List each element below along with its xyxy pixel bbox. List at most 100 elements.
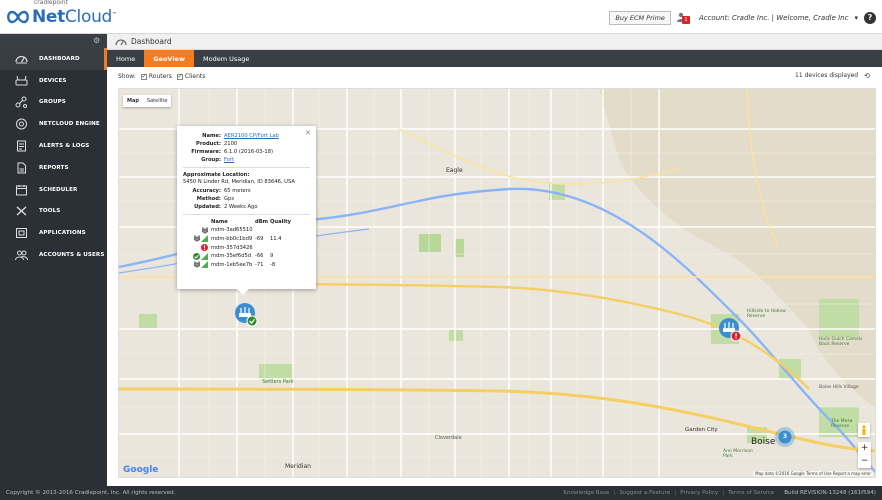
cluster-marker[interactable]: 3 xyxy=(775,427,795,447)
client-quality: 11.4 xyxy=(270,235,282,242)
netcloud-logo[interactable]: cradlepoint NetCloud™ xyxy=(6,0,117,30)
applications-icon xyxy=(14,227,28,239)
map-label-hulls-gulch: Hulls Gulch Camels Back Reserve xyxy=(819,337,863,347)
client-quality: -8 xyxy=(270,261,276,268)
map-type-satellite-button[interactable]: Satellite xyxy=(143,95,171,107)
client-name: mdm-bb0c1bd9 xyxy=(211,235,253,242)
groups-icon xyxy=(14,96,28,109)
sidebar-item-tools[interactable]: TOOLS xyxy=(0,201,107,223)
page-title: Dashboard xyxy=(131,37,172,46)
table-row: mdm-35ef6d5d -66 9 xyxy=(183,252,310,261)
google-logo: Google xyxy=(123,465,159,475)
plug-icon xyxy=(194,261,200,269)
dashboard-icon xyxy=(115,39,127,46)
sidebar-item-netcloud-engine[interactable]: NETCLOUD ENGINE xyxy=(0,113,107,135)
sidebar-item-accounts-users[interactable]: ACCOUNTS & USERS xyxy=(0,244,107,266)
breadcrumb: Dashboard xyxy=(107,34,882,50)
footer-link-privacy-policy[interactable]: Privacy Policy xyxy=(680,490,718,496)
router-marker-error[interactable] xyxy=(719,318,743,344)
tab-home[interactable]: Home xyxy=(107,50,144,67)
plug-icon xyxy=(202,226,208,234)
reports-icon xyxy=(14,162,28,174)
footer: Copyright © 2013-2016 Cradlepoint, Inc. … xyxy=(0,486,882,500)
sidebar-item-label: TOOLS xyxy=(39,208,61,215)
footer-link-knowledge-base[interactable]: Knowledge Base xyxy=(563,490,609,496)
map-filters: Show: Routers Clients 11 devices display… xyxy=(107,67,882,86)
sidebar-item-applications[interactable]: APPLICATIONS xyxy=(0,222,107,244)
sidebar-item-label: SCHEDULER xyxy=(39,186,78,193)
tab-geoview[interactable]: GeoView xyxy=(144,50,194,67)
device-count-text: 11 devices displayed xyxy=(795,72,859,79)
sidebar-item-alerts-logs[interactable]: ALERTS & LOGS xyxy=(0,135,107,157)
method-value: Gps xyxy=(224,195,235,202)
router-marker-ok[interactable] xyxy=(235,303,259,329)
sidebar-item-label: NETCLOUD ENGINE xyxy=(39,121,100,128)
footer-link-terms-of-service[interactable]: Terms of Service xyxy=(728,490,774,496)
client-name: mdm-1eb5ee7b xyxy=(211,261,253,268)
sidebar-item-scheduler[interactable]: SCHEDULER xyxy=(0,179,107,201)
sidebar-item-reports[interactable]: REPORTS xyxy=(0,157,107,179)
device-name-link[interactable]: AER2100 CP/Fort Lab xyxy=(224,132,279,140)
routers-checkbox[interactable]: Routers xyxy=(140,72,172,80)
map-label-cloverdale: Cloverdale xyxy=(435,435,462,441)
table-row: mdm-3ad65510 xyxy=(183,226,310,235)
dashboard-icon xyxy=(14,53,28,65)
name-label: Name: xyxy=(202,133,221,139)
group-link[interactable]: Fort xyxy=(224,156,234,164)
product-label: Product: xyxy=(196,141,221,147)
top-header: cradlepoint NetCloud™ Buy ECM Prime 1 Ac… xyxy=(0,0,882,34)
product-value: 2100 xyxy=(224,141,238,147)
map-label-garden-city: Garden City xyxy=(685,427,718,433)
accuracy-value: 65 meters xyxy=(224,187,251,194)
brand-small-text: cradlepoint xyxy=(34,0,68,6)
sidebar-item-label: ACCOUNTS & USERS xyxy=(39,252,105,259)
footer-link-suggest-feature[interactable]: Suggest a Feature xyxy=(619,490,670,496)
method-label: Method: xyxy=(196,195,221,202)
sidebar-top: ⚙ xyxy=(0,34,107,48)
calendar-icon xyxy=(14,184,28,196)
plug-icon xyxy=(194,235,200,243)
map-label-boise-hills: Boise Hills Village xyxy=(819,385,859,390)
zoom-out-button[interactable]: − xyxy=(858,455,871,468)
zoom-in-button[interactable]: + xyxy=(858,442,871,455)
clients-checkbox[interactable]: Clients xyxy=(176,72,205,80)
tab-modem-usage[interactable]: Modem Usage xyxy=(194,50,258,67)
map-label-meridian: Meridian xyxy=(285,463,311,470)
cluster-count: 3 xyxy=(782,433,788,440)
sidebar-item-label: GROUPS xyxy=(39,99,66,106)
alerts-button[interactable]: 1 xyxy=(676,12,693,24)
table-row: mdm-357d3426 xyxy=(183,243,310,252)
map-label-settlers-park: Settlers Park xyxy=(262,379,294,385)
help-icon[interactable]: ? xyxy=(864,12,876,24)
sidebar-item-groups[interactable]: GROUPS xyxy=(0,92,107,114)
sidebar-settings-gear-icon[interactable]: ⚙ xyxy=(93,37,101,45)
alert-count-badge: 1 xyxy=(681,16,690,24)
account-welcome-text[interactable]: Account: Cradle Inc. | Welcome, Cradle I… xyxy=(699,14,849,22)
sidebar-item-dashboard[interactable]: DASHBOARD xyxy=(0,48,107,70)
map-type-toggle: Map Satellite xyxy=(123,95,172,107)
refresh-icon[interactable]: ⟲ xyxy=(864,72,870,80)
map-label-hillside: Hillside to Hollow Reserve xyxy=(747,309,786,319)
map-label-eagle: Eagle xyxy=(446,167,463,174)
netcloud-engine-icon xyxy=(14,118,28,130)
firmware-value: 6.1.0 (2016-03-18) xyxy=(224,149,274,155)
updated-value: 2 Weeks Ago xyxy=(224,203,258,210)
brand-name: NetCloud™ xyxy=(32,7,117,27)
sidebar-item-label: ALERTS & LOGS xyxy=(39,143,90,150)
map-type-map-button[interactable]: Map xyxy=(123,95,143,107)
account-dropdown-icon[interactable]: ▾ xyxy=(854,14,858,22)
checkbox-check-icon xyxy=(140,72,147,80)
sidebar-item-label: APPLICATIONS xyxy=(39,230,86,237)
signal-strength-icon xyxy=(201,261,208,269)
col-dbm-header: dBm xyxy=(255,218,269,225)
sidebar-item-devices[interactable]: DEVICES xyxy=(0,70,107,92)
client-name: mdm-3ad65510 xyxy=(211,227,253,234)
sidebar: ⚙ DASHBOARD DEVICES GROUPS NETCLOUD ENGI… xyxy=(0,34,107,486)
geoview-map[interactable]: Eagle Settlers Park Garden City Boise Cl… xyxy=(118,88,876,478)
buy-ecm-prime-button[interactable]: Buy ECM Prime xyxy=(609,11,671,25)
address-text: 5450 N Linder Rd, Meridian, ID 83646, US… xyxy=(183,179,295,185)
table-row: mdm-1eb5ee7b -71 -8 xyxy=(183,260,310,269)
popup-close-icon[interactable]: ✕ xyxy=(305,129,311,137)
street-view-pegman-icon[interactable] xyxy=(858,423,870,437)
map-attribution[interactable]: Map data ©2016 Google Terms of Use Repor… xyxy=(753,471,873,476)
